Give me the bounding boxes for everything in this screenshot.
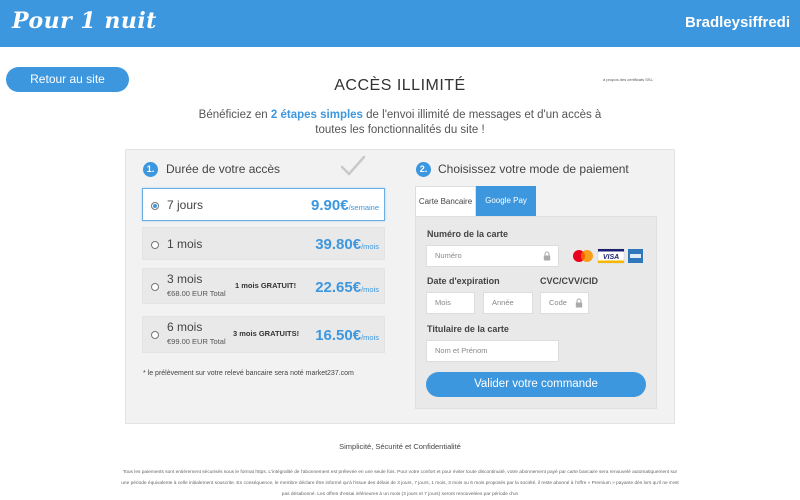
- checkmark-icon: [340, 155, 366, 176]
- plan-name: 7 jours: [167, 198, 204, 212]
- card-brands-icon: VISA: [573, 248, 643, 264]
- visa-text: VISA: [603, 254, 619, 261]
- plan-option-7-days[interactable]: 7 jours 9.90€/semaine: [142, 188, 385, 221]
- plan-option-6-months[interactable]: 6 mois €99.00 EUR Total 3 mois GRATUITS!…: [142, 316, 385, 353]
- expiry-label: Date d'expiration: [427, 276, 500, 286]
- subtitle-highlight: 2 étapes simples: [270, 109, 363, 121]
- plan-radio[interactable]: [151, 202, 159, 210]
- step-1-number: 1.: [143, 162, 158, 177]
- lock-icon: [575, 298, 583, 308]
- plan-option-3-months[interactable]: 3 mois €68.00 EUR Total 1 mois GRATUIT! …: [142, 268, 385, 304]
- expiry-month-input[interactable]: Mois: [426, 292, 475, 314]
- username[interactable]: Bradleysiffredi: [685, 14, 790, 31]
- tab-carte-bancaire[interactable]: Carte Bancaire: [415, 186, 476, 216]
- lock-icon: [543, 251, 551, 261]
- plan-price: 16.50€/mois: [315, 327, 379, 345]
- plan-radio[interactable]: [151, 283, 159, 291]
- plan-price-period: /mois: [361, 242, 379, 251]
- plan-promo-badge: 1 mois GRATUIT!: [235, 281, 297, 290]
- plan-price: 39.80€/mois: [315, 236, 379, 254]
- plan-name: 3 mois: [167, 272, 203, 286]
- step-2-number: 2.: [416, 162, 431, 177]
- top-bar: Pour 1 nuit Bradleysiffredi: [0, 0, 800, 47]
- card-number-input[interactable]: Numéro: [426, 245, 559, 267]
- plan-price: 9.90€/semaine: [311, 197, 379, 215]
- plan-price-amount: 9.90€: [311, 197, 349, 214]
- billing-footnote: * le prélèvement sur votre relevé bancai…: [143, 370, 354, 377]
- plan-promo-badge: 3 mois GRATUITS!: [233, 329, 300, 338]
- plan-option-1-month[interactable]: 1 mois 39.80€/mois: [142, 227, 385, 260]
- step-2-title: Choisissez votre mode de paiement: [438, 162, 629, 176]
- legal-text: Tous les paiements sont entièrement sécu…: [121, 470, 679, 497]
- plan-price-period: /mois: [361, 285, 379, 294]
- plan-radio[interactable]: [151, 331, 159, 339]
- mastercard-icon: [573, 250, 593, 262]
- expiry-year-input[interactable]: Année: [483, 292, 533, 314]
- subtitle-pre: Bénéficiez en: [198, 109, 271, 121]
- amex-icon: [628, 249, 643, 263]
- plan-total: €99.00 EUR Total: [167, 337, 226, 346]
- site-logo[interactable]: Pour 1 nuit: [12, 8, 157, 34]
- tagline: Simplicité, Sécurité et Confidentialité: [339, 442, 461, 451]
- plan-price-period: /semaine: [348, 203, 379, 212]
- page-title: ACCÈS ILLIMITÉ: [334, 77, 466, 94]
- plan-name: 1 mois: [167, 237, 203, 251]
- plan-price-amount: 39.80€: [315, 236, 362, 253]
- plan-radio[interactable]: [151, 241, 159, 249]
- card-number-label: Numéro de la carte: [427, 229, 509, 239]
- cardholder-input[interactable]: Nom et Prénom: [426, 340, 559, 362]
- cardholder-label: Titulaire de la carte: [427, 324, 509, 334]
- plan-price-period: /mois: [361, 333, 379, 342]
- submit-order-button[interactable]: Valider votre commande: [426, 372, 646, 397]
- plan-price: 22.65€/mois: [315, 279, 379, 297]
- cvc-label: CVC/CVV/CID: [540, 276, 599, 286]
- tab-google-pay[interactable]: Google Pay: [476, 186, 536, 216]
- plan-total: €68.00 EUR Total: [167, 289, 226, 298]
- plan-price-amount: 16.50€: [315, 327, 362, 344]
- visa-icon: VISA: [597, 248, 625, 264]
- plan-name: 6 mois: [167, 320, 203, 334]
- step-1-title: Durée de votre accès: [166, 162, 281, 176]
- plan-price-amount: 22.65€: [315, 279, 362, 296]
- page-subtitle: Bénéficiez en 2 étapes simples de l'envo…: [190, 108, 610, 138]
